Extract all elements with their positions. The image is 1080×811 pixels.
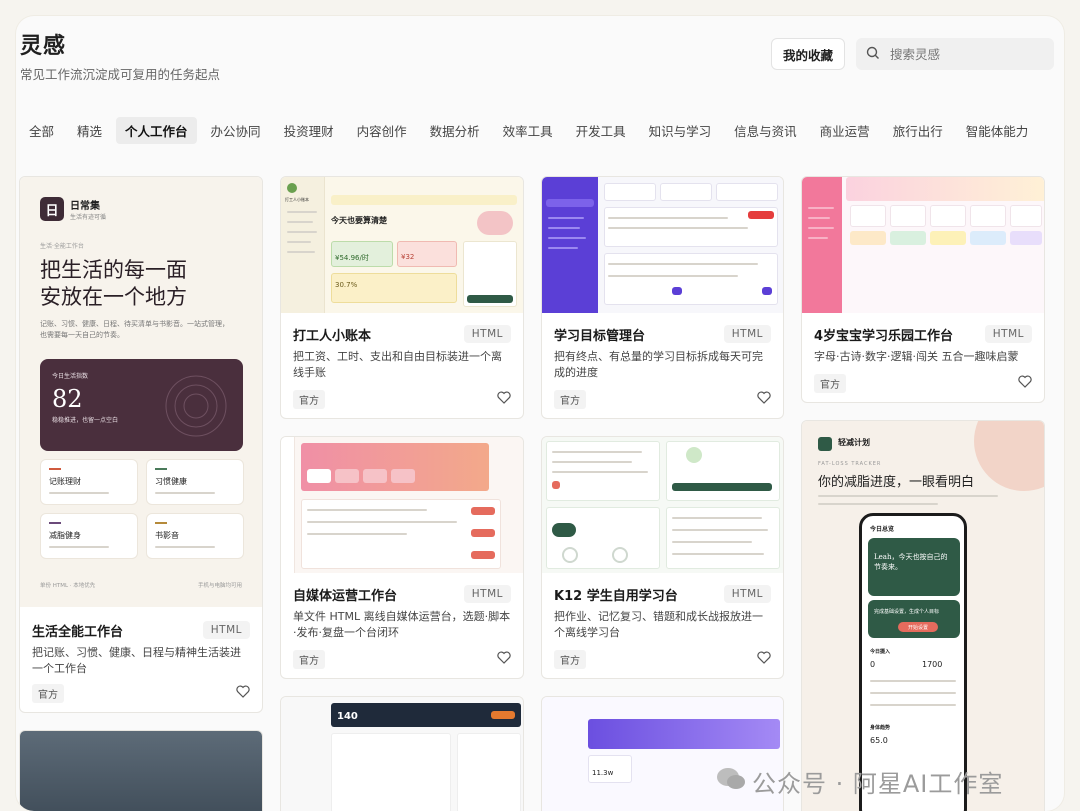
tab-content[interactable]: 内容创作: [348, 117, 416, 144]
heart-icon[interactable]: [236, 685, 250, 698]
watermark: 公众号 · 阿星AI工作室: [716, 764, 1003, 799]
tab-featured[interactable]: 精选: [68, 117, 111, 144]
preview-headline: 把生活的每一面 安放在一个地方: [40, 258, 187, 309]
card-title: 4岁宝宝学习乐园工作台: [814, 329, 954, 344]
preview-brand-sub: 生活有迹可循: [70, 214, 107, 221]
search-box[interactable]: [856, 38, 1054, 70]
template-card-fat-loss[interactable]: 轻减计划 FAT-LOSS TRACKER 你的减脂进度，一眼看明白 今日总览 …: [801, 420, 1045, 811]
template-card-k12[interactable]: K12 学生自用学习台 HTML 把作业、记忆复习、错题和成长战报放进一个离线学…: [541, 436, 784, 679]
heart-icon[interactable]: [757, 651, 771, 664]
card-description: 单文件 HTML 离线自媒体运营台，选题·脚本·发布·复盘一个台闭环: [293, 610, 511, 639]
tab-data-analysis[interactable]: 数据分析: [421, 117, 489, 144]
template-card-partial[interactable]: 140: [280, 696, 524, 811]
life-index-card: 今日生活指数 82 稳稳推进，也留一点空白: [40, 359, 243, 451]
official-tag: 官方: [293, 650, 325, 669]
brand-logo: 日: [40, 197, 64, 221]
card-title: 学习目标管理台: [554, 329, 646, 344]
page-title: 灵感: [20, 34, 67, 59]
official-tag: 官方: [32, 684, 64, 703]
card-description: 字母·古诗·数字·逻辑·闯关 五合一趣味启蒙: [814, 350, 1019, 363]
card-preview: [542, 177, 783, 313]
card-preview: [542, 437, 783, 573]
heart-icon[interactable]: [497, 651, 511, 664]
format-badge: HTML: [723, 585, 771, 603]
official-tag: 官方: [554, 650, 586, 669]
search-icon: [866, 45, 880, 64]
tab-travel[interactable]: 旅行出行: [884, 117, 952, 144]
tab-personal-workspace[interactable]: 个人工作台: [116, 116, 197, 144]
tab-dev-tools[interactable]: 开发工具: [567, 117, 635, 144]
tab-news[interactable]: 信息与资讯: [725, 117, 806, 144]
format-badge: HTML: [463, 585, 511, 603]
inspiration-panel: 灵感 常见工作流沉淀成可复用的任务起点 我的收藏 全部 精选 个人工作台 办公协…: [16, 16, 1064, 811]
tab-efficiency[interactable]: 效率工具: [494, 117, 562, 144]
card-title: K12 学生自用学习台: [554, 589, 678, 604]
preview-kicker: 生活·全能工作台: [40, 243, 84, 250]
category-tabs: 全部 精选 个人工作台 办公协同 投资理财 内容创作 数据分析 效率工具 开发工…: [20, 116, 1042, 144]
official-tag: 官方: [814, 374, 846, 393]
life-tile: 减脂健身: [40, 513, 138, 559]
template-card-media[interactable]: 自媒体运营工作台 HTML 单文件 HTML 离线自媒体运营台，选题·脚本·发布…: [280, 436, 524, 679]
template-card-life[interactable]: 日 日常集 生活有迹可循 生活·全能工作台 把生活的每一面 安放在一个地方 记账…: [19, 176, 263, 713]
card-title: 打工人小账本: [293, 329, 372, 344]
page-subtitle: 常见工作流沉淀成可复用的任务起点: [20, 67, 221, 82]
tab-office[interactable]: 办公协同: [202, 117, 270, 144]
format-badge: HTML: [984, 325, 1032, 343]
card-preview: 轻减计划 FAT-LOSS TRACKER 你的减脂进度，一眼看明白 今日总览 …: [802, 421, 1044, 811]
card-title: 自媒体运营工作台: [293, 589, 398, 604]
piggy-bank-icon: [477, 211, 513, 235]
card-description: 把工资、工时、支出和自由目标装进一个离线手账: [293, 350, 502, 379]
card-description: 把记账、习惯、健康、日程与精神生活装进一个工作台: [32, 646, 241, 675]
tab-agent[interactable]: 智能体能力: [957, 117, 1038, 144]
tab-all[interactable]: 全部: [20, 117, 63, 144]
preview-brand: 轻减计划: [838, 438, 870, 447]
card-description: 把作业、记忆复习、错题和成长战报放进一个离线学习台: [554, 610, 763, 639]
format-badge: HTML: [463, 325, 511, 343]
template-card-partial[interactable]: [19, 730, 263, 811]
heart-icon[interactable]: [497, 391, 511, 404]
ring-decoration-icon: [165, 375, 227, 437]
card-preview: [281, 437, 523, 573]
card-preview: 140: [281, 697, 523, 811]
format-badge: HTML: [202, 621, 250, 639]
life-tile: 习惯健康: [146, 459, 244, 505]
card-preview: [802, 177, 1044, 313]
template-card-study-goals[interactable]: 学习目标管理台 HTML 把有终点、有总量的学习目标拆成每天可完成的进度 官方: [541, 176, 784, 419]
mascot-icon: [686, 447, 702, 463]
card-preview: [20, 731, 262, 811]
card-title: 生活全能工作台: [32, 625, 124, 640]
format-badge: HTML: [723, 325, 771, 343]
life-index-value: 82: [52, 385, 83, 413]
tab-knowledge[interactable]: 知识与学习: [640, 117, 721, 144]
template-card-kids[interactable]: 4岁宝宝学习乐园工作台 HTML 字母·古诗·数字·逻辑·闯关 五合一趣味启蒙 …: [801, 176, 1045, 403]
life-tile: 书影音: [146, 513, 244, 559]
card-description: 把有终点、有总量的学习目标拆成每天可完成的进度: [554, 350, 763, 379]
life-tile: 记账理财: [40, 459, 138, 505]
card-preview: 打工人小账本 今天也要算清楚 ¥54.96/时 ¥32 30.7%: [281, 177, 523, 313]
official-tag: 官方: [554, 390, 586, 409]
preview-headline: 你的减脂进度，一眼看明白: [818, 475, 975, 490]
search-input[interactable]: [890, 46, 1030, 62]
brand-logo: [818, 437, 832, 451]
template-card-ledger[interactable]: 打工人小账本 今天也要算清楚 ¥54.96/时 ¥32 30.7% 打工人小账本…: [280, 176, 524, 419]
card-preview: 日 日常集 生活有迹可循 生活·全能工作台 把生活的每一面 安放在一个地方 记账…: [20, 177, 262, 607]
preview-body: 记账、习惯、健康、日程、待买清单与书影音。一站式管理，也需要每一天自己的节奏。: [40, 320, 229, 339]
official-tag: 官方: [293, 390, 325, 409]
wechat-icon: [716, 766, 746, 798]
preview-brand: 日常集: [70, 201, 100, 212]
my-favorites-button[interactable]: 我的收藏: [771, 38, 845, 70]
tab-investment[interactable]: 投资理财: [275, 117, 343, 144]
heart-icon[interactable]: [757, 391, 771, 404]
heart-icon[interactable]: [1018, 375, 1032, 388]
tab-business[interactable]: 商业运营: [811, 117, 879, 144]
